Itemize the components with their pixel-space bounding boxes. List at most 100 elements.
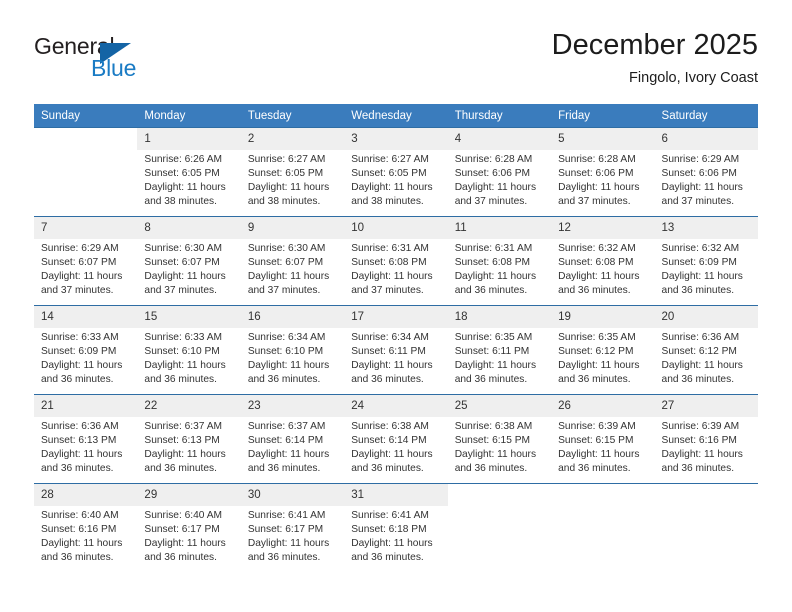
- calendar-day-cell[interactable]: 6 Sunrise: 6:29 AM Sunset: 6:06 PM Daylight…: [654, 127, 758, 217]
- day-details: Sunrise: 6:34 AM Sunset: 6:11 PM Daylight:…: [344, 328, 447, 387]
- calendar-day-cell[interactable]: 25 Sunrise: 6:38 AM Sunset: 6:15 PM Dayligh…: [447, 394, 552, 484]
- day-number: 29: [137, 484, 241, 506]
- day-cell-inner: 2 Sunrise: 6:27 AM Sunset: 6:05 PM Daylight…: [240, 128, 345, 216]
- day-details: [448, 506, 551, 509]
- calendar-day-cell[interactable]: 1 Sunrise: 6:26 AM Sunset: 6:05 PM Daylight…: [137, 127, 241, 217]
- daylight-duration-line-2: and 37 minutes.: [661, 196, 735, 208]
- day-cell-inner: [655, 484, 758, 572]
- day-cell-inner: 13 Sunrise: 6:32 AM Sunset: 6:09 PM Dayligh…: [654, 217, 758, 305]
- calendar-day-cell[interactable]: 10 Sunrise: 6:31 AM Sunset: 6:08 PM Dayligh…: [344, 216, 448, 306]
- calendar-day-cell[interactable]: 8 Sunrise: 6:30 AM Sunset: 6:07 PM Daylight…: [137, 216, 241, 306]
- calendar-day-cell[interactable]: 24 Sunrise: 6:38 AM Sunset: 6:14 PM Dayligh…: [344, 394, 448, 484]
- daylight-duration-line-1: Daylight: 11 hours: [351, 538, 433, 550]
- daylight-duration-line-2: and 38 minutes.: [247, 196, 321, 208]
- sunset-time: Sunset: 6:14 PM: [247, 435, 324, 447]
- calendar-day-cell[interactable]: 4 Sunrise: 6:28 AM Sunset: 6:06 PM Daylight…: [447, 127, 552, 217]
- daylight-duration-line-2: and 36 minutes.: [144, 552, 217, 564]
- day-number: 27: [654, 395, 758, 417]
- general-blue-logo[interactable]: General Blue: [34, 33, 184, 85]
- calendar-day-cell[interactable]: 22 Sunrise: 6:37 AM Sunset: 6:13 PM Dayligh…: [137, 394, 241, 484]
- sunrise-time: Sunrise: 6:39 AM: [661, 421, 740, 432]
- day-number: [448, 484, 551, 506]
- day-details: Sunrise: 6:34 AM Sunset: 6:10 PM Daylight:…: [241, 328, 344, 387]
- calendar-day-cell[interactable]: 26 Sunrise: 6:39 AM Sunset: 6:15 PM Dayligh…: [551, 394, 655, 484]
- daylight-duration-line-1: Daylight: 11 hours: [247, 182, 330, 194]
- day-cell-inner: 29 Sunrise: 6:40 AM Sunset: 6:17 PM Dayligh…: [137, 484, 241, 572]
- daylight-duration-line-2: and 37 minutes.: [558, 196, 631, 208]
- day-details: [34, 150, 137, 153]
- calendar-day-cell[interactable]: 20 Sunrise: 6:36 AM Sunset: 6:12 PM Dayligh…: [654, 305, 758, 395]
- calendar-day-cell[interactable]: 5 Sunrise: 6:28 AM Sunset: 6:06 PM Daylight…: [551, 127, 655, 217]
- calendar-week-row: 28 Sunrise: 6:40 AM Sunset: 6:16 PM Dayligh…: [34, 483, 758, 572]
- calendar-day-cell[interactable]: 17 Sunrise: 6:34 AM Sunset: 6:11 PM Dayligh…: [344, 305, 448, 395]
- sunrise-time: Sunrise: 6:34 AM: [351, 332, 429, 343]
- day-cell-inner: 17 Sunrise: 6:34 AM Sunset: 6:11 PM Dayligh…: [344, 306, 448, 394]
- day-details: Sunrise: 6:28 AM Sunset: 6:06 PM Daylight:…: [551, 150, 654, 209]
- sunset-time: Sunset: 6:09 PM: [41, 346, 117, 358]
- calendar-day-cell[interactable]: 15 Sunrise: 6:33 AM Sunset: 6:10 PM Dayligh…: [137, 305, 241, 395]
- calendar-day-cell[interactable]: 27 Sunrise: 6:39 AM Sunset: 6:16 PM Dayligh…: [654, 394, 758, 484]
- daylight-duration-line-1: Daylight: 11 hours: [558, 449, 640, 461]
- calendar-day-cell[interactable]: 21 Sunrise: 6:36 AM Sunset: 6:13 PM Dayligh…: [34, 394, 138, 484]
- calendar-week-row: 1 Sunrise: 6:26 AM Sunset: 6:05 PM Daylight…: [34, 127, 758, 217]
- calendar-day-cell[interactable]: 30 Sunrise: 6:41 AM Sunset: 6:17 PM Dayligh…: [240, 483, 345, 572]
- calendar-day-cell[interactable]: 18 Sunrise: 6:35 AM Sunset: 6:11 PM Dayligh…: [447, 305, 552, 395]
- calendar-day-cell[interactable]: 29 Sunrise: 6:40 AM Sunset: 6:17 PM Dayligh…: [137, 483, 241, 572]
- day-number: 26: [551, 395, 655, 417]
- day-details: [655, 506, 758, 509]
- day-number: 2: [240, 128, 345, 150]
- day-details: Sunrise: 6:36 AM Sunset: 6:12 PM Daylight:…: [655, 328, 758, 387]
- sunrise-time: Sunrise: 6:31 AM: [454, 243, 533, 254]
- sunset-time: Sunset: 6:06 PM: [454, 168, 531, 180]
- sunrise-time: Sunrise: 6:29 AM: [41, 243, 119, 254]
- sunset-time: Sunset: 6:11 PM: [454, 346, 530, 358]
- calendar-day-cell[interactable]: 13 Sunrise: 6:32 AM Sunset: 6:09 PM Dayligh…: [654, 216, 758, 306]
- calendar-day-cell[interactable]: 9 Sunrise: 6:30 AM Sunset: 6:07 PM Daylight…: [240, 216, 345, 306]
- daylight-duration-line-1: Daylight: 11 hours: [247, 538, 330, 550]
- sunrise-time: Sunrise: 6:30 AM: [247, 243, 326, 254]
- day-number: 3: [344, 128, 448, 150]
- calendar-day-cell[interactable]: 2 Sunrise: 6:27 AM Sunset: 6:05 PM Daylight…: [240, 127, 345, 217]
- day-number: 19: [551, 306, 655, 328]
- daylight-duration-line-1: Daylight: 11 hours: [247, 449, 330, 461]
- day-cell-inner: 8 Sunrise: 6:30 AM Sunset: 6:07 PM Daylight…: [137, 217, 241, 305]
- calendar-day-cell[interactable]: 31 Sunrise: 6:41 AM Sunset: 6:18 PM Dayligh…: [344, 483, 448, 572]
- calendar-day-cell[interactable]: 16 Sunrise: 6:34 AM Sunset: 6:10 PM Dayligh…: [240, 305, 345, 395]
- day-details: Sunrise: 6:29 AM Sunset: 6:06 PM Daylight:…: [655, 150, 758, 209]
- day-details: Sunrise: 6:37 AM Sunset: 6:13 PM Daylight:…: [137, 417, 240, 476]
- calendar-day-cell[interactable]: 3 Sunrise: 6:27 AM Sunset: 6:05 PM Daylight…: [344, 127, 448, 217]
- sunrise-time: Sunrise: 6:27 AM: [247, 154, 326, 165]
- day-number: 31: [344, 484, 448, 506]
- weekday-header-tuesday: Tuesday: [240, 104, 345, 128]
- calendar-day-cell[interactable]: 28 Sunrise: 6:40 AM Sunset: 6:16 PM Dayligh…: [34, 483, 138, 572]
- daylight-duration-line-1: Daylight: 11 hours: [351, 360, 433, 372]
- day-details: Sunrise: 6:29 AM Sunset: 6:07 PM Daylight:…: [34, 239, 137, 298]
- calendar-day-cell[interactable]: 23 Sunrise: 6:37 AM Sunset: 6:14 PM Dayligh…: [240, 394, 345, 484]
- day-details: Sunrise: 6:35 AM Sunset: 6:12 PM Daylight:…: [551, 328, 654, 387]
- day-cell-inner: 28 Sunrise: 6:40 AM Sunset: 6:16 PM Dayligh…: [34, 484, 138, 572]
- calendar-day-cell[interactable]: 19 Sunrise: 6:35 AM Sunset: 6:12 PM Dayligh…: [551, 305, 655, 395]
- calendar-day-cell[interactable]: 11 Sunrise: 6:31 AM Sunset: 6:08 PM Dayligh…: [447, 216, 552, 306]
- day-number: 5: [551, 128, 655, 150]
- sunset-time: Sunset: 6:13 PM: [41, 435, 117, 447]
- day-cell-inner: 31 Sunrise: 6:41 AM Sunset: 6:18 PM Dayligh…: [344, 484, 448, 572]
- day-number: [655, 484, 758, 506]
- day-details: Sunrise: 6:31 AM Sunset: 6:08 PM Daylight:…: [344, 239, 447, 298]
- daylight-duration-line-1: Daylight: 11 hours: [144, 449, 226, 461]
- sunrise-time: Sunrise: 6:36 AM: [661, 332, 740, 343]
- daylight-duration-line-1: Daylight: 11 hours: [41, 538, 123, 550]
- day-cell-inner: 16 Sunrise: 6:34 AM Sunset: 6:10 PM Dayligh…: [240, 306, 345, 394]
- calendar-day-cell[interactable]: 12 Sunrise: 6:32 AM Sunset: 6:08 PM Dayligh…: [551, 216, 655, 306]
- calendar-day-cell[interactable]: 7 Sunrise: 6:29 AM Sunset: 6:07 PM Daylight…: [34, 216, 138, 306]
- day-number: 22: [137, 395, 241, 417]
- day-details: Sunrise: 6:39 AM Sunset: 6:16 PM Daylight:…: [655, 417, 758, 476]
- calendar-week-row: 14 Sunrise: 6:33 AM Sunset: 6:09 PM Dayligh…: [34, 305, 758, 395]
- daylight-duration-line-2: and 37 minutes.: [454, 196, 528, 208]
- daylight-duration-line-2: and 36 minutes.: [558, 463, 631, 475]
- calendar-day-cell[interactable]: 14 Sunrise: 6:33 AM Sunset: 6:09 PM Dayligh…: [34, 305, 138, 395]
- day-cell-inner: 10 Sunrise: 6:31 AM Sunset: 6:08 PM Dayligh…: [344, 217, 448, 305]
- daylight-duration-line-1: Daylight: 11 hours: [144, 182, 226, 194]
- day-number: 23: [240, 395, 345, 417]
- weekday-header-saturday: Saturday: [654, 104, 758, 128]
- day-details: Sunrise: 6:37 AM Sunset: 6:14 PM Daylight:…: [241, 417, 344, 476]
